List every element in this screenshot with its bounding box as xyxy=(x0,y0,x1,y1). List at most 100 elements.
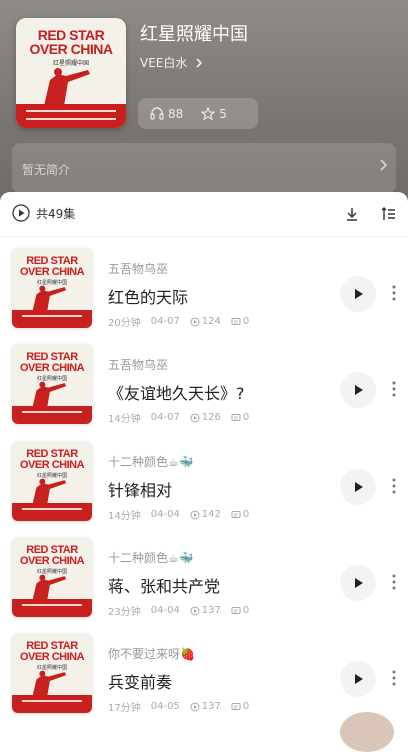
sort-icon[interactable] xyxy=(380,206,396,222)
play-icon xyxy=(355,385,363,395)
episode-comments: 0 xyxy=(231,412,249,423)
episode-count: 共49集 xyxy=(36,206,76,221)
episode-meta: 17分钟 04-05 137 0 xyxy=(108,699,249,714)
episode-date: 04-04 xyxy=(150,509,180,520)
more-vertical-icon[interactable] xyxy=(391,669,397,687)
star-icon xyxy=(201,107,216,120)
episode-plays-value: 126 xyxy=(201,412,221,423)
play-button[interactable] xyxy=(340,661,376,697)
episode-comments-value: 0 xyxy=(242,316,250,327)
listen-count-value: 88 xyxy=(168,106,184,121)
episode-duration: 23分钟 xyxy=(108,607,141,618)
episode-row[interactable]: RED STAR OVER CHINA 红星照耀中国 十二种颜色☕🐳 蒋、张和共… xyxy=(0,529,408,625)
more-vertical-icon[interactable] xyxy=(391,284,397,302)
more-vertical-icon[interactable] xyxy=(391,573,397,591)
play-button[interactable] xyxy=(340,276,376,312)
comment-icon xyxy=(231,413,241,421)
cover-title-line2: OVER CHINA xyxy=(19,266,85,278)
more-vertical-icon[interactable] xyxy=(391,380,397,398)
cover-title-line2: OVER CHINA xyxy=(19,651,85,663)
episode-date: 04-05 xyxy=(150,701,180,712)
episode-title[interactable]: 《友谊地久天长》? xyxy=(108,380,245,404)
chevron-right-icon xyxy=(196,58,203,68)
comment-icon xyxy=(231,510,241,518)
headphones-icon xyxy=(150,107,164,120)
episode-comments: 0 xyxy=(231,701,249,712)
cover-title-line2: OVER CHINA xyxy=(19,555,85,567)
episode-plays: 126 xyxy=(190,412,221,423)
episode-plays-value: 137 xyxy=(201,605,221,616)
album-intro[interactable]: 暂无简介 xyxy=(12,143,396,193)
favorite-count-value: 5 xyxy=(219,106,227,121)
download-icon[interactable] xyxy=(344,206,360,222)
episode-row[interactable]: RED STAR OVER CHINA 红星照耀中国 五吾物乌巫 《友谊地久天长… xyxy=(0,336,408,432)
play-count-icon xyxy=(190,606,200,615)
cover-band xyxy=(12,503,92,521)
episode-comments-value: 0 xyxy=(242,509,250,520)
episode-title[interactable]: 蒋、张和共产党 xyxy=(108,573,220,597)
chevron-right-icon xyxy=(380,159,388,171)
author-link[interactable]: VEE白水 xyxy=(140,54,203,71)
episode-meta: 14分钟 04-04 142 0 xyxy=(108,507,249,522)
cover-title-line2: OVER CHINA xyxy=(29,41,113,57)
episode-uploader[interactable]: 五吾物乌巫 xyxy=(108,260,168,277)
episode-cover: RED STAR OVER CHINA 红星照耀中国 xyxy=(12,537,92,617)
play-button[interactable] xyxy=(340,372,376,408)
episode-title[interactable]: 针锋相对 xyxy=(108,477,172,501)
play-circle-icon xyxy=(12,204,30,222)
cover-title-line2: OVER CHINA xyxy=(19,362,85,374)
cover-band xyxy=(12,310,92,328)
episode-comments: 0 xyxy=(231,509,249,520)
episode-plays: 137 xyxy=(190,701,221,712)
album-title: 红星照耀中国 xyxy=(140,24,248,45)
episode-comments-value: 0 xyxy=(242,412,250,423)
episode-plays-value: 142 xyxy=(201,509,221,520)
intro-text: 暂无简介 xyxy=(22,163,71,177)
play-count-icon xyxy=(190,510,200,519)
play-count-icon xyxy=(190,702,200,711)
episode-duration: 14分钟 xyxy=(108,511,141,522)
cover-band xyxy=(12,406,92,424)
play-button[interactable] xyxy=(340,469,376,505)
comment-icon xyxy=(231,317,241,325)
mini-player-icon[interactable] xyxy=(340,712,394,752)
episode-cover: RED STAR OVER CHINA 红星照耀中国 xyxy=(12,344,92,424)
episode-row[interactable]: RED STAR OVER CHINA 红星照耀中国 五吾物乌巫 红色的天际 2… xyxy=(0,240,408,336)
episode-plays: 124 xyxy=(190,316,221,327)
album-cover: RED STAR OVER CHINA 红星照耀中国 xyxy=(16,18,126,128)
comment-icon xyxy=(231,702,241,710)
episode-cover: RED STAR OVER CHINA 红星照耀中国 xyxy=(12,248,92,328)
play-count-icon xyxy=(190,317,200,326)
play-all-button[interactable]: 共49集 xyxy=(12,204,75,222)
episode-cover: RED STAR OVER CHINA 红星照耀中国 xyxy=(12,441,92,521)
episode-meta: 20分钟 04-07 124 0 xyxy=(108,314,249,329)
cover-band xyxy=(16,104,126,128)
episode-title[interactable]: 红色的天际 xyxy=(108,284,188,308)
episode-title[interactable]: 兵变前奏 xyxy=(108,669,172,693)
episode-date: 04-07 xyxy=(150,316,180,327)
play-button[interactable] xyxy=(340,565,376,601)
episode-duration: 17分钟 xyxy=(108,703,141,714)
author-name[interactable]: VEE白水 xyxy=(140,56,187,70)
play-icon xyxy=(355,482,363,492)
episode-meta: 23分钟 04-04 137 0 xyxy=(108,603,249,618)
play-icon xyxy=(355,578,363,588)
cover-title-line2: OVER CHINA xyxy=(19,459,85,471)
episode-uploader[interactable]: 十二种颜色☕🐳 xyxy=(108,549,194,566)
episode-row[interactable]: RED STAR OVER CHINA 红星照耀中国 你不要过来呀🍓 兵变前奏 … xyxy=(0,625,408,721)
episode-uploader[interactable]: 你不要过来呀🍓 xyxy=(108,645,195,662)
episode-date: 04-04 xyxy=(150,605,180,616)
episode-uploader[interactable]: 十二种颜色☕🐳 xyxy=(108,453,194,470)
favorite-count[interactable]: 5 xyxy=(201,107,227,121)
more-vertical-icon[interactable] xyxy=(391,477,397,495)
episode-plays-value: 137 xyxy=(201,701,221,712)
episode-uploader[interactable]: 五吾物乌巫 xyxy=(108,356,168,373)
bugler-figure-icon xyxy=(44,68,90,106)
cover-band xyxy=(12,599,92,617)
episode-row[interactable]: RED STAR OVER CHINA 红星照耀中国 十二种颜色☕🐳 针锋相对 … xyxy=(0,433,408,529)
list-header: 共49集 xyxy=(0,192,408,237)
play-icon xyxy=(355,674,363,684)
album-stats: 88 5 xyxy=(138,98,258,129)
episode-plays-value: 124 xyxy=(201,316,221,327)
episode-plays: 137 xyxy=(190,605,221,616)
